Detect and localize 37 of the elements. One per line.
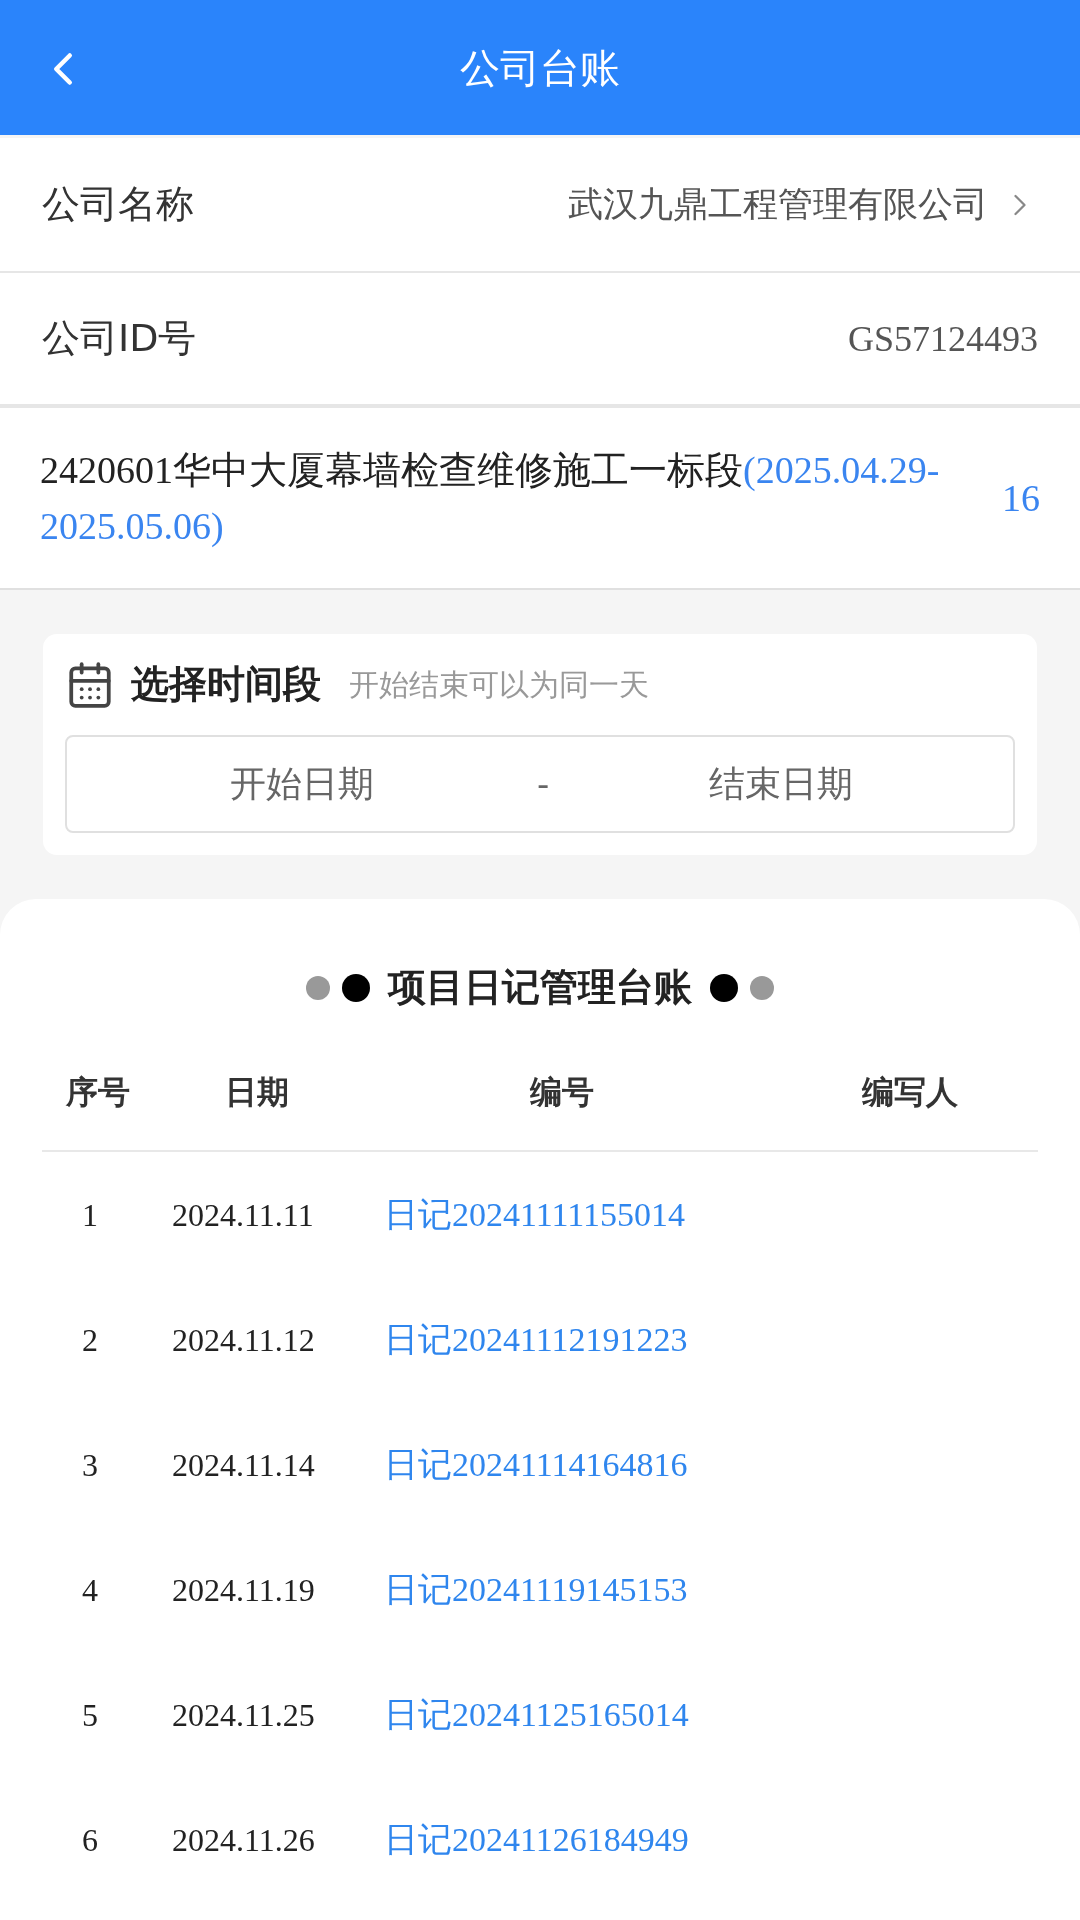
table-cell-text: 4 — [81, 1570, 99, 1610]
table-cell-text: 2 — [81, 1320, 99, 1360]
table-cell-text: 3 — [81, 1445, 99, 1485]
field-label: 公司名称 — [42, 181, 194, 228]
table-cell-text: 6 — [81, 1820, 99, 1860]
field-label: 公司ID号 — [42, 315, 197, 362]
end-date-placeholder: 结束日期 — [708, 762, 855, 806]
diary-link[interactable]: 日记20241114164816 — [342, 1439, 782, 1490]
company-name: 武汉九鼎工程管理有限公司 — [568, 183, 988, 227]
range-separator: - — [537, 762, 550, 806]
column-header: 日期 — [224, 1072, 290, 1113]
diary-link[interactable]: 日记20241111155014 — [342, 1189, 782, 1240]
table-cell-text: 2024.11.26 — [172, 1820, 316, 1860]
diary-link[interactable]: 日记20241126184949 — [342, 1814, 782, 1865]
company-name-row[interactable]: 公司名称 武汉九鼎工程管理有限公司 — [0, 138, 1080, 273]
diary-link[interactable]: 日记20241125165014 — [342, 1689, 782, 1740]
table-cell-text: 2024.11.12 — [172, 1320, 316, 1360]
date-range-field[interactable]: 开始日期 - 结束日期 — [65, 735, 1015, 833]
table-cell-text: 1 — [81, 1195, 99, 1235]
diary-link[interactable]: 日记20241112191223 — [342, 1314, 782, 1365]
table-cell-text: 2024.11.25 — [172, 1695, 316, 1735]
project-title: 2420601华中大厦幕墙检查维修施工一标段(2025.04.29-2025.05.06) — [40, 448, 941, 549]
hint-text: 开始结束可以为同一天 — [349, 666, 649, 704]
section-title: 选择时间段 — [131, 661, 321, 708]
column-header: 编号 — [529, 1072, 595, 1113]
table-cell-text: 2024.11.14 — [172, 1445, 316, 1485]
column-header: 编写人 — [861, 1072, 959, 1113]
start-date-placeholder: 开始日期 — [229, 762, 375, 806]
table-cell-text: 2024.11.19 — [172, 1570, 316, 1610]
table-cell-text: 2024.11.11 — [172, 1195, 315, 1235]
table-cell-text: 5 — [81, 1695, 99, 1735]
page-title: 公司台账 — [460, 43, 620, 93]
column-header: 序号 — [65, 1072, 131, 1113]
ledger-title: 项目日记管理台账 — [388, 964, 692, 1011]
company-id: GS57124493 — [847, 317, 1038, 361]
project-count: 16 — [1002, 475, 1040, 521]
diary-link[interactable]: 日记20241119145153 — [342, 1564, 782, 1615]
